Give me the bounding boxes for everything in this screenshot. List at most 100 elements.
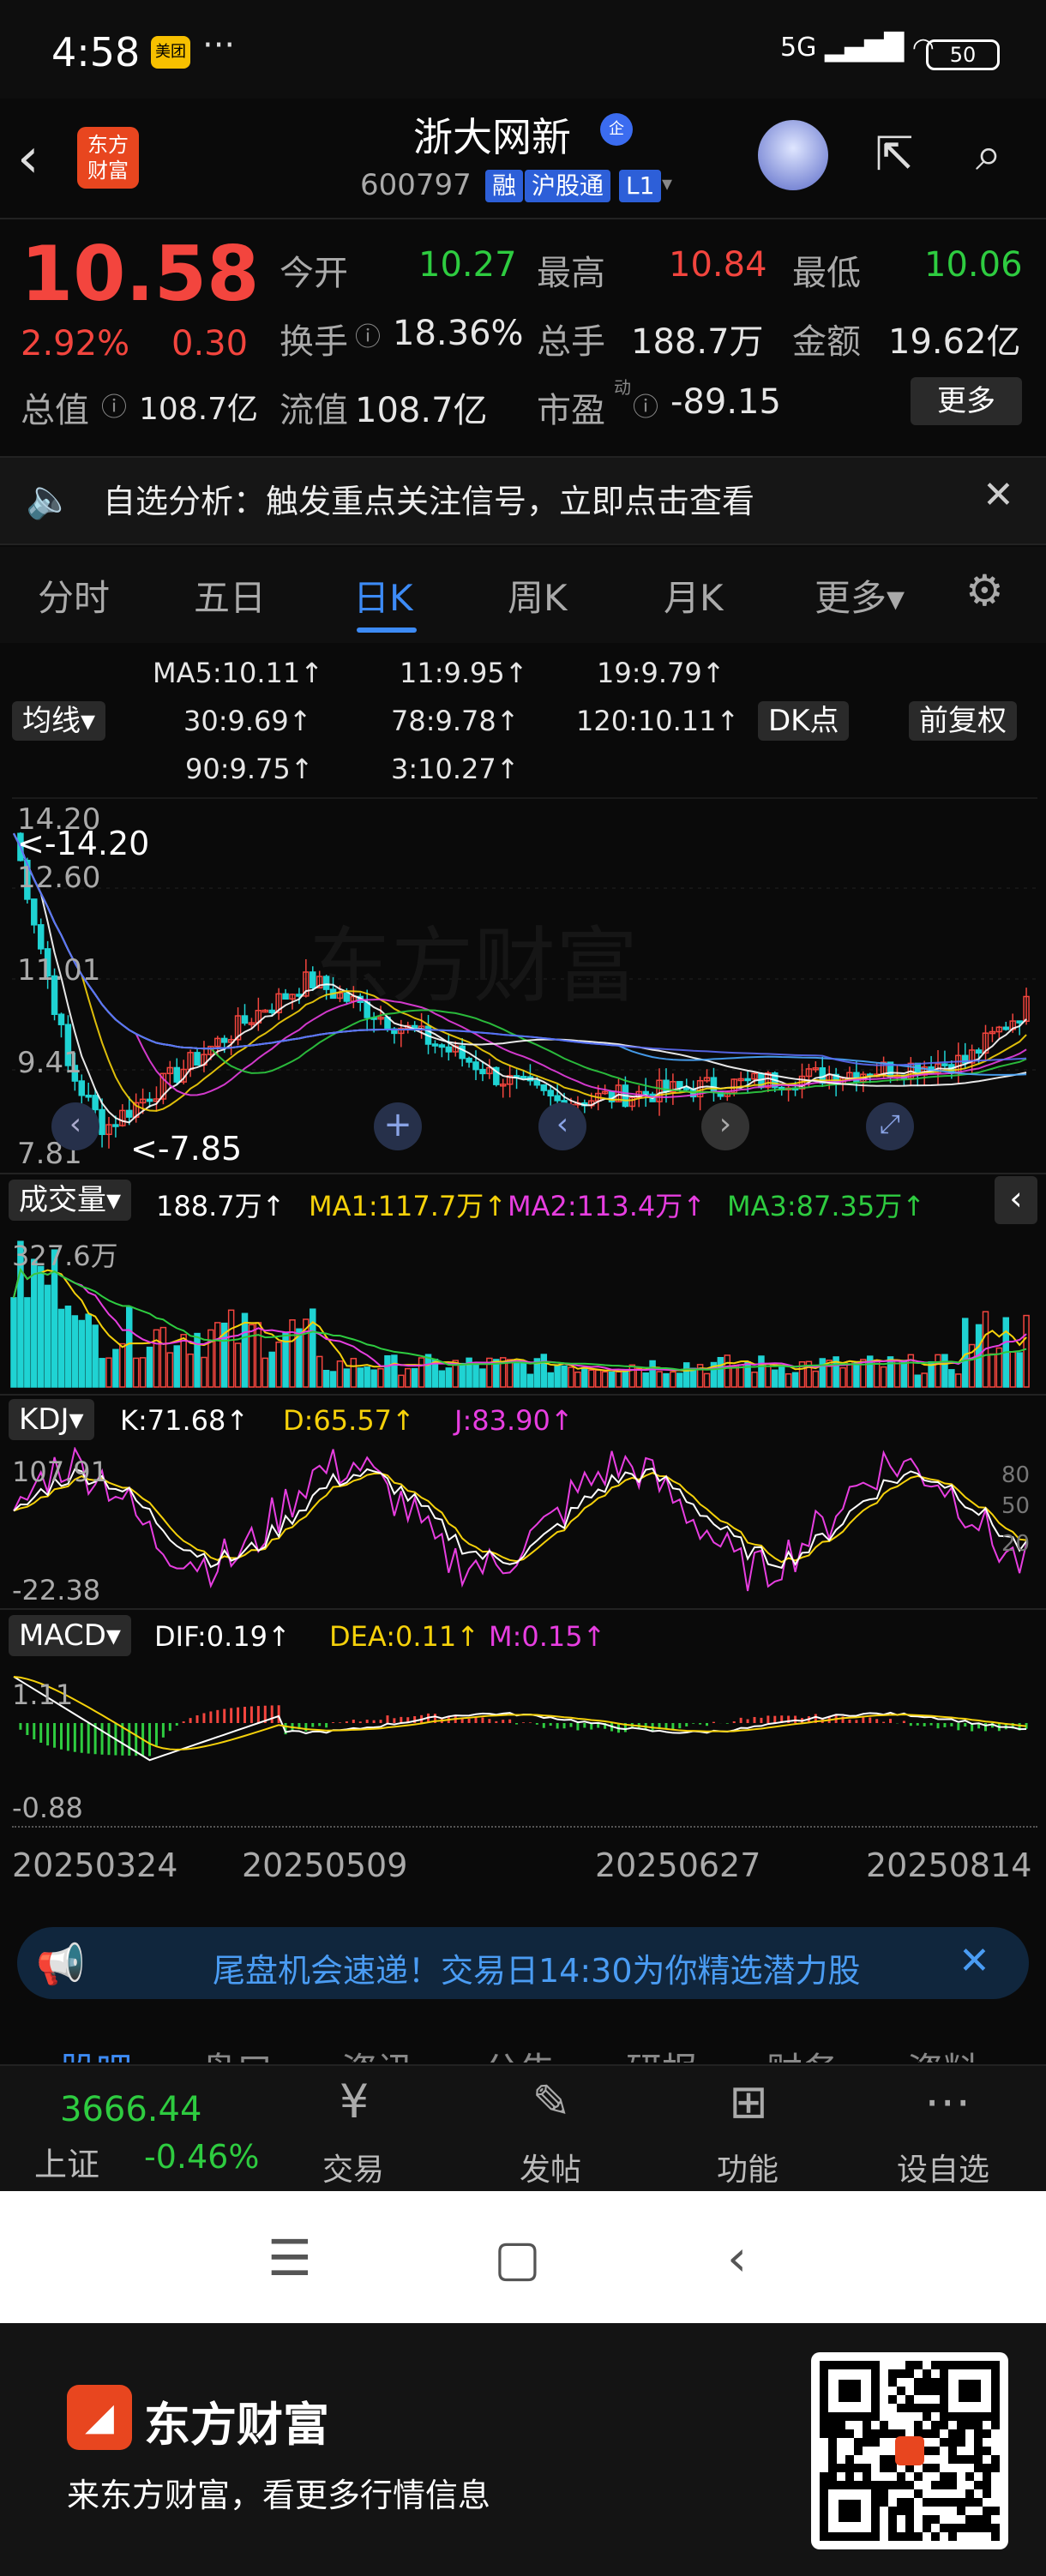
candle-body <box>126 1109 133 1118</box>
qr-module <box>863 2472 871 2481</box>
close-icon[interactable]: ✕ <box>983 473 1014 517</box>
qr-module <box>931 2447 940 2455</box>
index-change[interactable]: -0.46% <box>144 2138 259 2176</box>
qr-module <box>897 2404 905 2412</box>
gear-icon[interactable]: ⚙ <box>965 566 1004 615</box>
info-icon[interactable]: ⓘ <box>101 386 127 423</box>
volume-selector[interactable]: 成交量▾ <box>9 1180 132 1221</box>
candle-body <box>37 924 45 950</box>
info-icon[interactable]: ⓘ <box>355 315 381 353</box>
post-icon[interactable]: ✎ <box>521 2075 581 2135</box>
qr-module <box>931 2378 940 2387</box>
index-value[interactable]: 3666.44 <box>60 2090 201 2129</box>
kdj-chart[interactable] <box>0 1447 1046 1601</box>
function-icon[interactable]: ⊞ <box>718 2075 778 2135</box>
dock-function[interactable]: 功能 <box>717 2145 778 2189</box>
tab-five-day[interactable]: 五日 <box>194 569 266 621</box>
volume-bar <box>146 1346 153 1388</box>
candle-body <box>310 971 316 989</box>
volume-bar <box>900 1360 908 1388</box>
qr-module <box>974 2447 983 2455</box>
menu-icon[interactable]: ☰ <box>268 2229 312 2287</box>
volume-bar <box>268 1351 275 1388</box>
tab-intraday[interactable]: 分时 <box>38 569 110 621</box>
brand-logo-icon: ◢ <box>67 2385 132 2450</box>
dock-trade[interactable]: 交易 <box>322 2145 384 2189</box>
trade-icon[interactable]: ¥ <box>324 2075 384 2135</box>
info-icon[interactable]: ⓘ <box>633 386 658 423</box>
more-button[interactable]: 更多 <box>911 377 1022 425</box>
tab-research[interactable]: 研报 <box>626 2042 698 2063</box>
dock-post[interactable]: 发帖 <box>520 2145 581 2189</box>
tab-pankou[interactable]: 盘口 <box>201 2042 273 2063</box>
volume-chart[interactable] <box>0 1228 1046 1389</box>
tab-profile[interactable]: 资料 <box>907 2042 979 2063</box>
volume-bar <box>635 1367 643 1388</box>
prev-icon[interactable]: ‹ <box>51 1102 99 1150</box>
qr-module <box>880 2455 888 2464</box>
scroll-left-icon[interactable]: ‹ <box>538 1102 586 1150</box>
margin-tag: 融 <box>485 170 524 202</box>
dock-add-watchlist[interactable]: 设自选 <box>897 2145 989 2189</box>
qr-module <box>931 2515 940 2524</box>
search-icon[interactable]: ⌕ <box>959 127 1019 187</box>
tab-guba[interactable]: 股吧 <box>60 2042 132 2063</box>
collapse-icon[interactable]: ‹ <box>995 1176 1037 1224</box>
scroll-right-icon[interactable]: › <box>701 1102 749 1150</box>
volume-bar <box>853 1362 860 1388</box>
back-arrow-icon[interactable]: ‹ <box>17 127 39 190</box>
stock-code: 600797 <box>360 168 472 202</box>
qr-module <box>914 2378 923 2387</box>
banner-text[interactable]: 尾盘机会速递！交易日14:30为你精选潜力股 <box>213 1944 861 1991</box>
tab-monthly-k[interactable]: 月K <box>664 569 724 621</box>
share-icon[interactable]: ⇱ <box>864 127 924 187</box>
percent-change: 2.92% <box>21 324 130 363</box>
more-icon[interactable]: ⋯ <box>917 2075 977 2135</box>
tab-daily-k[interactable]: 日K <box>353 569 413 621</box>
qr-module <box>863 2429 871 2438</box>
tab-announcements[interactable]: 公告 <box>484 2042 556 2063</box>
back-icon[interactable]: ‹ <box>727 2229 747 2287</box>
tab-news[interactable]: 资讯 <box>341 2042 413 2063</box>
qr-module <box>957 2455 965 2464</box>
volume-bar <box>329 1371 337 1388</box>
tab-more[interactable]: 更多▾ <box>815 569 905 621</box>
volume-bar <box>955 1373 962 1388</box>
tab-weekly-k[interactable]: 周K <box>508 569 568 621</box>
macd-selector[interactable]: MACD▾ <box>9 1615 131 1656</box>
volume-bar <box>438 1370 446 1388</box>
qr-module <box>828 2438 837 2447</box>
volume-bar <box>568 1366 574 1388</box>
qr-module <box>880 2489 888 2498</box>
adjust-button[interactable]: 前复权 <box>909 701 1017 741</box>
macd-chart[interactable] <box>0 1663 1046 1783</box>
volume-bar <box>316 1355 323 1388</box>
candle-body <box>220 1037 228 1043</box>
tab-finance[interactable]: 财务 <box>766 2042 839 2063</box>
volume-bar <box>649 1360 656 1388</box>
qr-module <box>888 2378 897 2387</box>
kdj-selector[interactable]: KDJ▾ <box>9 1399 94 1440</box>
qr-module <box>965 2421 974 2429</box>
qr-module <box>931 2404 940 2412</box>
home-icon[interactable]: ▢ <box>494 2229 541 2287</box>
qr-module <box>888 2515 897 2524</box>
dk-point-button[interactable]: DK点 <box>758 701 850 741</box>
candle-body <box>554 1095 561 1102</box>
candle-body <box>173 1066 180 1083</box>
volume-bar <box>730 1366 737 1388</box>
assistant-robot-icon[interactable] <box>758 120 828 190</box>
notice-text[interactable]: 自选分析：触发重点关注信号，立即点击查看 <box>103 475 754 522</box>
zoom-in-icon[interactable]: + <box>374 1102 422 1150</box>
eastmoney-logo[interactable]: 东方 财富 <box>77 127 139 189</box>
fullscreen-icon[interactable]: ⤢ <box>866 1102 914 1150</box>
qr-module <box>948 2447 957 2455</box>
index-name[interactable]: 上证 <box>34 2138 99 2185</box>
volume-bar <box>343 1368 351 1388</box>
volume-bar <box>819 1358 827 1388</box>
ma-selector[interactable]: 均线▾ <box>12 701 106 741</box>
candle-body <box>533 1079 541 1086</box>
chevron-down-icon[interactable]: ▾ <box>662 171 672 195</box>
close-icon[interactable]: ✕ <box>959 1939 990 1983</box>
qr-module <box>897 2498 905 2507</box>
